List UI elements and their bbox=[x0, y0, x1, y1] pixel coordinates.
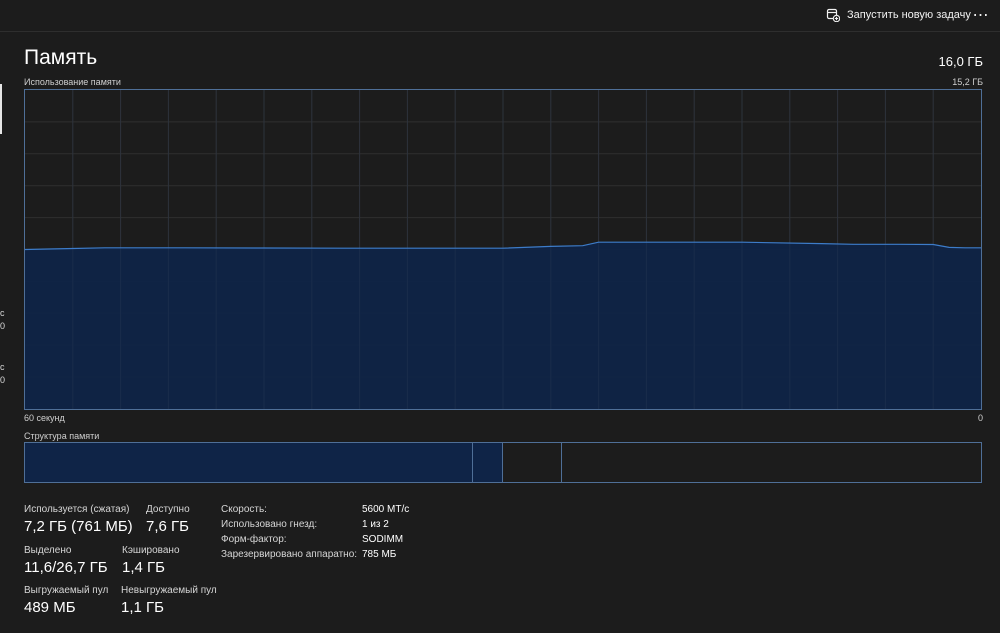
nav-selection-indicator bbox=[0, 84, 2, 134]
hardware-reserved-value: 785 МБ bbox=[362, 549, 397, 560]
committed-value: 11,6/26,7 ГБ bbox=[24, 559, 108, 576]
structure-segment-free[interactable] bbox=[562, 443, 981, 482]
more-icon: ⋯ bbox=[972, 7, 990, 24]
in-use-value: 7,2 ГБ (761 МБ) bbox=[24, 518, 133, 535]
cached-label: Кэшировано bbox=[122, 545, 180, 556]
committed-label: Выделено bbox=[24, 545, 72, 556]
nonpaged-pool-value: 1,1 ГБ bbox=[121, 599, 164, 616]
form-factor-value: SODIMM bbox=[362, 534, 404, 545]
sidebar-fragment: 0 bbox=[0, 375, 6, 385]
slots-label: Использовано гнезд: bbox=[221, 519, 318, 530]
chart-max-label: 15,2 ГБ bbox=[952, 77, 983, 87]
chart-x-left-label: 60 секунд bbox=[24, 413, 65, 423]
speed-label: Скорость: bbox=[221, 504, 267, 515]
run-new-task-button[interactable]: Запустить новую задачу bbox=[820, 3, 977, 27]
structure-segment-standby[interactable] bbox=[502, 443, 563, 482]
structure-title: Структура памяти bbox=[24, 431, 100, 441]
paged-pool-label: Выгружаемый пул bbox=[24, 585, 109, 596]
slots-value: 1 из 2 bbox=[362, 519, 389, 530]
chart-title: Использование памяти bbox=[24, 77, 121, 87]
nonpaged-pool-label: Невыгружаемый пул bbox=[121, 585, 217, 596]
memory-structure-bar bbox=[24, 442, 982, 483]
new-task-icon bbox=[826, 8, 840, 22]
available-label: Доступно bbox=[146, 504, 190, 515]
sidebar-fragment: 0 bbox=[0, 321, 6, 331]
structure-segment-modified[interactable] bbox=[473, 443, 503, 482]
hardware-reserved-label: Зарезервировано аппаратно: bbox=[221, 549, 358, 560]
top-toolbar: Запустить новую задачу ⋯ bbox=[0, 0, 1000, 32]
structure-segment-used[interactable] bbox=[25, 443, 474, 482]
more-options-button[interactable]: ⋯ bbox=[966, 3, 996, 27]
cached-value: 1,4 ГБ bbox=[122, 559, 165, 576]
chart-x-right-label: 0 bbox=[977, 413, 983, 423]
sidebar-fragment: с bbox=[0, 362, 5, 372]
speed-value: 5600 МТ/с bbox=[362, 504, 410, 515]
paged-pool-value: 489 МБ bbox=[24, 599, 76, 616]
in-use-label: Используется (сжатая) bbox=[24, 504, 130, 515]
page-title: Память bbox=[24, 46, 98, 69]
available-value: 7,6 ГБ bbox=[146, 518, 189, 535]
sidebar-fragment: с bbox=[0, 308, 5, 318]
total-memory: 16,0 ГБ bbox=[938, 54, 983, 69]
memory-usage-plot bbox=[25, 90, 981, 409]
memory-usage-chart bbox=[24, 89, 982, 410]
form-factor-label: Форм-фактор: bbox=[221, 534, 287, 545]
run-new-task-label: Запустить новую задачу bbox=[847, 9, 971, 21]
